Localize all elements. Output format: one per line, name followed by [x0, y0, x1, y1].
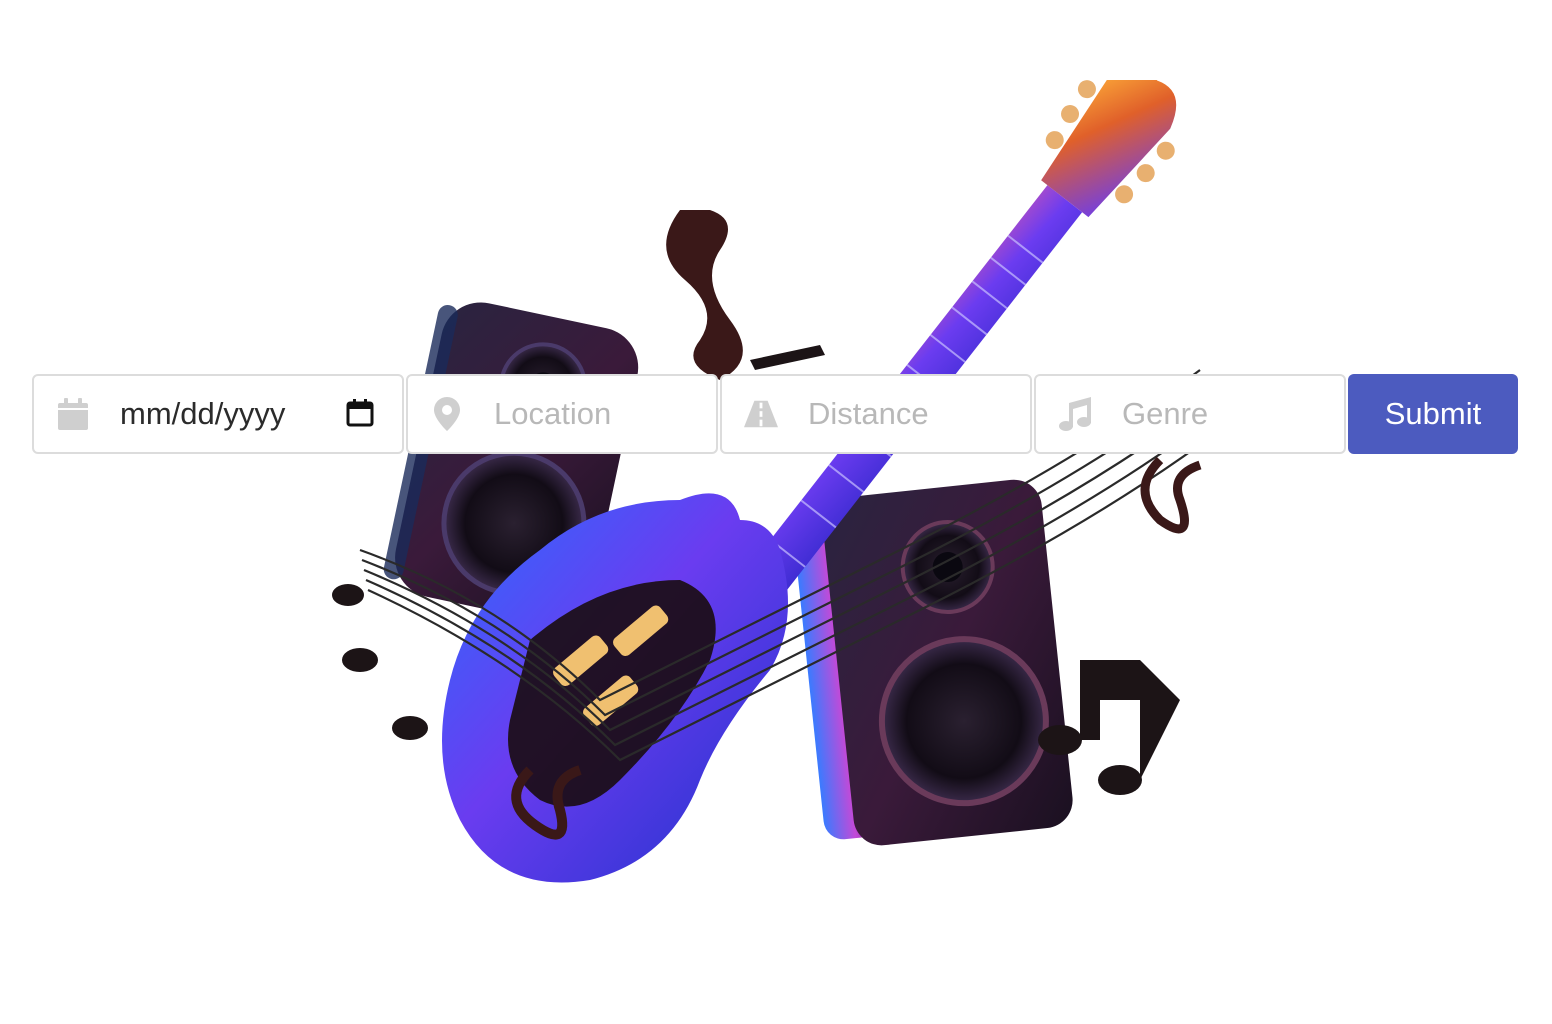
distance-field[interactable]: [720, 374, 1032, 454]
genre-field[interactable]: [1034, 374, 1346, 454]
date-field[interactable]: mm/dd/yyyy: [32, 374, 404, 454]
location-field[interactable]: [406, 374, 718, 454]
genre-input[interactable]: [1122, 396, 1344, 432]
event-search-form: mm/dd/yyyy Location Distance Genre Submi…: [32, 374, 1518, 454]
road-icon: [744, 397, 778, 431]
date-input-value[interactable]: mm/dd/yyyy: [120, 396, 346, 432]
music-note-icon: [1058, 397, 1092, 431]
calendar-picker-icon[interactable]: [346, 399, 376, 429]
map-pin-icon: [430, 397, 464, 431]
location-input[interactable]: [494, 396, 716, 432]
distance-input[interactable]: [808, 396, 1030, 432]
submit-button[interactable]: Submit: [1348, 374, 1518, 454]
page: mm/dd/yyyy Location Distance Genre Submi…: [0, 0, 1552, 1024]
calendar-icon: [56, 397, 90, 431]
hero-illustration: [332, 80, 1221, 883]
